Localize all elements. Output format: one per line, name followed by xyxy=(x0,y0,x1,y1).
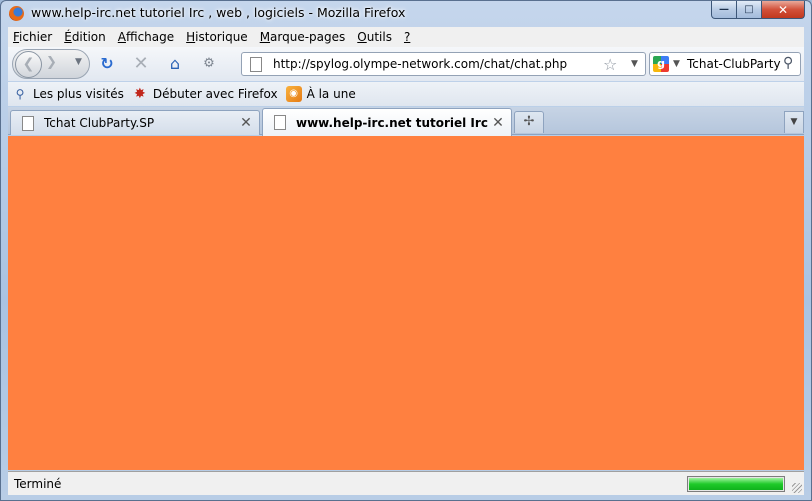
new-tab-button[interactable]: ✢ xyxy=(514,111,544,133)
page-icon xyxy=(274,115,286,130)
bookmark-star-icon[interactable]: ☆ xyxy=(603,55,617,74)
search-engine-chevron-down-icon[interactable]: ▼ xyxy=(673,59,680,69)
menu-marque-pages[interactable]: Marque-pages xyxy=(260,30,346,44)
page-icon xyxy=(22,115,34,131)
history-dropdown-chevron-down-icon[interactable]: ▼ xyxy=(75,57,82,67)
back-forward-group: ❮ ❯ ▼ xyxy=(12,49,90,79)
stop-icon[interactable]: ✕ xyxy=(132,55,150,73)
url-input[interactable]: http://spylog.olympe-network.com/chat/ch… xyxy=(273,57,567,71)
title-bar[interactable]: www.help-irc.net tutoriel Irc , web , lo… xyxy=(1,1,811,26)
menu-bar: Fichier Édition Affichage Historique Mar… xyxy=(8,27,804,47)
menu-fichier[interactable]: Fichier xyxy=(13,30,52,44)
back-arrow-icon: ❮ xyxy=(22,56,35,72)
maximize-button[interactable]: □ xyxy=(737,1,762,19)
menu-historique[interactable]: Historique xyxy=(186,30,248,44)
menu-help[interactable]: ? xyxy=(404,30,410,44)
home-icon[interactable]: ⌂ xyxy=(166,55,184,73)
bookmark-most-visited[interactable]: ⚲ Les plus visités xyxy=(12,86,124,102)
google-icon[interactable]: g xyxy=(653,56,669,72)
menu-edition[interactable]: Édition xyxy=(64,30,106,44)
url-bar[interactable]: http://spylog.olympe-network.com/chat/ch… xyxy=(241,52,646,76)
status-text: Terminé xyxy=(14,477,62,491)
tab-strip: Tchat ClubParty.SP ✕ www.help-irc.net tu… xyxy=(8,107,804,136)
url-dropdown-chevron-down-icon[interactable]: ▼ xyxy=(631,59,638,69)
plus-icon: ✢ xyxy=(523,114,535,129)
bookmark-getting-started[interactable]: ✸ Débuter avec Firefox xyxy=(132,86,278,102)
navigation-toolbar: ❮ ❯ ▼ ↻ ✕ ⌂ ⚙ http://spylog.olympe-netwo… xyxy=(8,47,804,81)
minimize-button[interactable]: — xyxy=(711,1,737,19)
tab-title: www.help-irc.net tutoriel Irc , we... xyxy=(296,115,491,130)
browser-window: www.help-irc.net tutoriel Irc , web , lo… xyxy=(0,0,812,501)
bookmark-latest-headlines[interactable]: ◉ À la une xyxy=(285,86,356,102)
close-tab-icon[interactable]: ✕ xyxy=(491,115,505,131)
back-button[interactable]: ❮ xyxy=(15,51,42,78)
list-all-tabs-button[interactable]: ▼ xyxy=(784,111,804,133)
firefox-logo-icon xyxy=(9,6,24,21)
reload-icon[interactable]: ↻ xyxy=(98,55,116,73)
tab-help-irc[interactable]: www.help-irc.net tutoriel Irc , we... ✕ xyxy=(262,108,512,136)
menu-affichage[interactable]: Affichage xyxy=(118,30,174,44)
rss-feed-icon: ◉ xyxy=(285,86,302,102)
progress-fill xyxy=(689,478,783,490)
firefox-icon: ✸ xyxy=(134,86,146,102)
search-bar[interactable]: g ▼ Tchat-ClubParty ⚲ xyxy=(649,52,801,76)
page-icon xyxy=(250,57,262,72)
page-content[interactable] xyxy=(8,136,804,470)
tab-title: Tchat ClubParty.SP xyxy=(44,116,155,130)
menu-outils[interactable]: Outils xyxy=(357,30,392,44)
most-visited-icon: ⚲ xyxy=(15,87,25,101)
window-title: www.help-irc.net tutoriel Irc , web , lo… xyxy=(31,5,406,20)
close-tab-icon[interactable]: ✕ xyxy=(239,115,253,131)
progress-bar xyxy=(687,476,785,492)
chevron-down-icon: ▼ xyxy=(790,117,798,127)
window-controls: — □ ✕ xyxy=(711,1,805,19)
forward-arrow-icon: ❯ xyxy=(46,55,57,70)
close-window-button[interactable]: ✕ xyxy=(762,1,805,19)
tab-tchat-clubparty[interactable]: Tchat ClubParty.SP ✕ xyxy=(10,110,260,135)
bookmarks-toolbar: ⚲ Les plus visités ✸ Débuter avec Firefo… xyxy=(8,82,804,106)
search-input[interactable]: Tchat-ClubParty xyxy=(687,57,781,71)
magnifier-icon[interactable]: ⚲ xyxy=(783,55,793,71)
forward-button[interactable]: ❯ xyxy=(46,55,57,70)
addon-icon[interactable]: ⚙ xyxy=(200,55,218,73)
resize-grip[interactable] xyxy=(792,483,802,493)
status-bar: Terminé xyxy=(8,471,804,495)
